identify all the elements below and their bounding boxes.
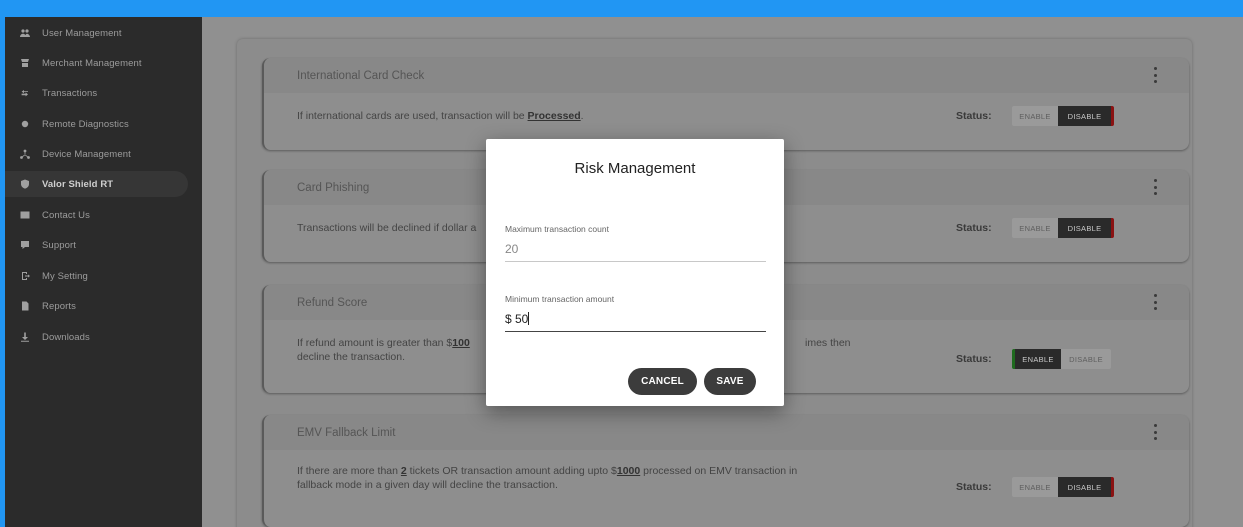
- rule-description-line2: fallback mode in a given day will declin…: [297, 479, 558, 491]
- sidebar-item-support[interactable]: Support: [5, 232, 188, 258]
- sidebar-item-contact-us[interactable]: Contact Us: [5, 202, 188, 228]
- status-toggle[interactable]: ENABLE DISABLE: [1012, 218, 1114, 238]
- sidebar-item-label: Reports: [42, 300, 76, 312]
- sidebar-item-label: Contact Us: [42, 209, 90, 221]
- enable-button[interactable]: ENABLE: [1012, 218, 1058, 238]
- cancel-button[interactable]: CANCEL: [628, 368, 697, 395]
- rule-highlight: 1000: [616, 465, 641, 477]
- sidebar-item-merchant-management[interactable]: Merchant Management: [5, 50, 188, 76]
- users-icon: [19, 27, 31, 39]
- save-button[interactable]: SAVE: [704, 368, 756, 395]
- rule-header: EMV Fallback Limit: [264, 415, 1189, 450]
- rule-text: If there are more than: [297, 465, 401, 477]
- transfer-icon: [19, 87, 31, 99]
- max-transaction-count-field[interactable]: Maximum transaction count 20: [505, 224, 766, 262]
- settings-exit-icon: [19, 270, 31, 282]
- disable-button[interactable]: DISABLE: [1058, 106, 1114, 126]
- risk-management-dialog: Risk Management Maximum transaction coun…: [486, 139, 784, 406]
- rule-description: Transactions will be declined if dollar …: [297, 222, 477, 234]
- text-caret: [528, 312, 530, 325]
- rule-card-emv-fallback-limit: EMV Fallback Limit If there are more tha…: [262, 415, 1189, 527]
- rule-body: If there are more than 2 tickets OR tran…: [264, 450, 1189, 527]
- sidebar-item-transactions[interactable]: Transactions: [5, 80, 188, 106]
- rule-highlight: Processed: [527, 110, 581, 122]
- sidebar-item-remote-diagnostics[interactable]: Remote Diagnostics: [5, 111, 188, 137]
- sidebar-item-valor-shield-rt[interactable]: Valor Shield RT: [5, 171, 188, 197]
- rule-description: If there are more than 2 tickets OR tran…: [297, 464, 797, 478]
- input-value: $ 50: [505, 312, 529, 326]
- kebab-menu-icon[interactable]: [1153, 294, 1157, 310]
- rule-text: .: [580, 110, 584, 122]
- min-transaction-amount-input[interactable]: $ 50: [505, 312, 766, 332]
- contact-card-icon: [19, 209, 31, 221]
- sidebar: User Management Merchant Management Tran…: [5, 17, 202, 527]
- rule-title: Card Phishing: [297, 181, 370, 194]
- status-toggle[interactable]: ENABLE DISABLE: [1012, 477, 1114, 497]
- status-label: Status:: [956, 222, 992, 234]
- shield-icon: [19, 178, 31, 190]
- rule-description: If refund amount is greater than $100: [297, 336, 470, 350]
- sidebar-item-my-setting[interactable]: My Setting: [5, 263, 188, 289]
- field-label: Minimum transaction amount: [505, 294, 615, 304]
- rule-text: If refund amount is greater than $: [297, 337, 453, 349]
- rule-title: International Card Check: [297, 69, 425, 82]
- status-toggle[interactable]: ENABLE DISABLE: [1012, 106, 1114, 126]
- rule-highlight: 100: [452, 337, 470, 349]
- diagnostics-icon: [19, 118, 31, 130]
- report-icon: [19, 300, 31, 312]
- download-icon: [19, 331, 31, 343]
- max-transaction-count-input[interactable]: 20: [505, 242, 766, 262]
- sidebar-item-label: Remote Diagnostics: [42, 118, 129, 130]
- sidebar-item-device-management[interactable]: Device Management: [5, 141, 188, 167]
- support-icon: [19, 239, 31, 251]
- sidebar-item-reports[interactable]: Reports: [5, 293, 188, 319]
- network-icon: [19, 148, 31, 160]
- sidebar-item-label: Support: [42, 239, 76, 251]
- min-transaction-amount-field[interactable]: Minimum transaction amount $ 50: [505, 294, 766, 332]
- status-label: Status:: [956, 353, 992, 365]
- field-label: Maximum transaction count: [505, 224, 609, 234]
- status-toggle[interactable]: ENABLE DISABLE: [1012, 349, 1111, 369]
- rule-header: International Card Check: [264, 58, 1189, 93]
- rule-title: EMV Fallback Limit: [297, 426, 396, 439]
- rule-description-line2: decline the transaction.: [297, 351, 405, 363]
- sidebar-item-label: Merchant Management: [42, 57, 142, 69]
- rule-description-tail: imes then: [805, 337, 851, 349]
- sidebar-item-label: Device Management: [42, 148, 131, 160]
- enable-button[interactable]: ENABLE: [1012, 477, 1058, 497]
- status-label: Status:: [956, 481, 992, 493]
- kebab-menu-icon[interactable]: [1153, 179, 1157, 195]
- rule-text: If international cards are used, transac…: [297, 110, 528, 122]
- kebab-menu-icon[interactable]: [1153, 67, 1157, 83]
- rule-card-international-card-check: International Card Check If internationa…: [262, 58, 1189, 150]
- sidebar-item-label: Downloads: [42, 331, 90, 343]
- disable-button[interactable]: DISABLE: [1058, 218, 1114, 238]
- dialog-title: Risk Management: [574, 160, 696, 177]
- status-label: Status:: [956, 110, 992, 122]
- rule-description: If international cards are used, transac…: [297, 109, 584, 123]
- sidebar-item-label: My Setting: [42, 270, 88, 282]
- sidebar-item-downloads[interactable]: Downloads: [5, 324, 188, 350]
- disable-button[interactable]: DISABLE: [1061, 349, 1111, 369]
- rule-title: Refund Score: [297, 296, 368, 309]
- sidebar-item-label: Transactions: [42, 87, 98, 99]
- enable-button[interactable]: ENABLE: [1012, 106, 1058, 126]
- enable-button[interactable]: ENABLE: [1012, 349, 1061, 369]
- rule-text: tickets OR transaction amount adding upt…: [406, 465, 617, 477]
- store-icon: [19, 57, 31, 69]
- disable-button[interactable]: DISABLE: [1058, 477, 1114, 497]
- kebab-menu-icon[interactable]: [1153, 424, 1157, 440]
- sidebar-item-user-management[interactable]: User Management: [5, 20, 188, 46]
- sidebar-item-label: User Management: [42, 27, 122, 39]
- sidebar-item-label: Valor Shield RT: [42, 178, 114, 190]
- rule-text: processed on EMV transaction in: [640, 465, 798, 477]
